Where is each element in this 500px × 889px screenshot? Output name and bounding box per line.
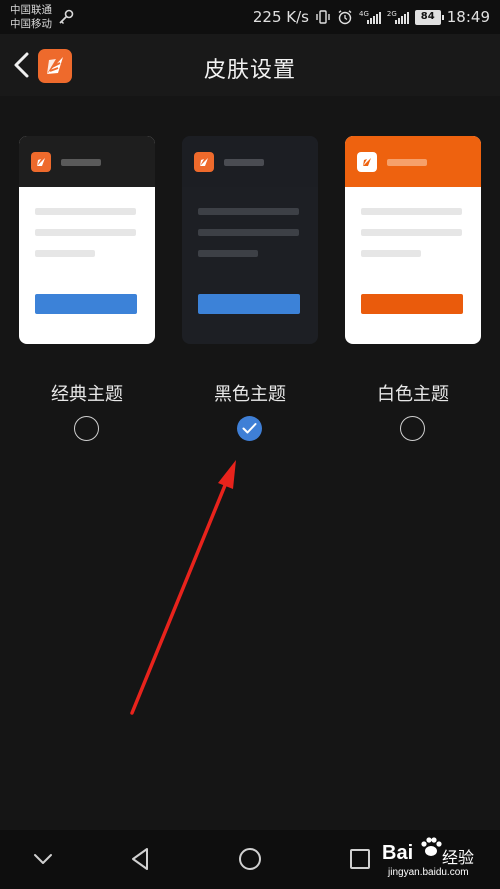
signal-icon-1 xyxy=(366,11,381,24)
home-circle-icon[interactable] xyxy=(235,844,265,874)
preview-header xyxy=(345,136,481,187)
vibrate-icon xyxy=(316,10,330,24)
watermark-brand-cn: 经验 xyxy=(442,848,475,867)
theme-option-dark[interactable]: 黑色主题 xyxy=(182,136,320,441)
watermark-brand: Bai xyxy=(382,842,414,864)
theme-name-classic: 经典主题 xyxy=(51,384,123,405)
preview-title-bar xyxy=(61,159,101,166)
preview-title-bar xyxy=(224,159,264,166)
preview-line xyxy=(361,229,462,236)
theme-preview-classic[interactable] xyxy=(19,136,155,344)
back-triangle-icon[interactable] xyxy=(125,844,155,874)
theme-name-white: 白色主题 xyxy=(377,384,449,405)
preview-button xyxy=(35,294,137,314)
clock: 18:49 xyxy=(446,8,490,26)
theme-name-dark: 黑色主题 xyxy=(214,384,286,405)
mini-logo-icon xyxy=(31,152,51,172)
radio-white[interactable] xyxy=(400,416,425,441)
theme-preview-white[interactable] xyxy=(345,136,481,344)
mini-logo-icon xyxy=(357,152,377,172)
preview-line xyxy=(35,208,136,215)
carrier-2: 中国移动 xyxy=(10,18,52,30)
preview-button xyxy=(198,294,300,314)
preview-line xyxy=(198,229,299,236)
preview-line xyxy=(361,208,462,215)
battery-icon: 84 xyxy=(414,9,444,25)
page-title: 皮肤设置 xyxy=(203,58,296,83)
preview-line xyxy=(361,250,421,257)
preview-line xyxy=(198,250,258,257)
carrier-1: 中国联通 xyxy=(10,4,52,16)
preview-button xyxy=(361,294,463,314)
header: 皮肤设置 xyxy=(0,34,500,96)
paw-icon xyxy=(421,837,442,856)
theme-option-white[interactable]: 白色主题 xyxy=(345,136,483,441)
theme-option-classic[interactable]: 经典主题 xyxy=(19,136,157,441)
status-indicators: 225 K/s 4G 2G 84 18:49 xyxy=(253,6,490,28)
carrier-info: 中国联通 中国移动 xyxy=(10,3,52,31)
watermark-url: jingyan.baidu.com xyxy=(388,867,469,878)
chevron-down-icon[interactable] xyxy=(28,844,58,874)
baidu-watermark: Bai 经验 jingyan.baidu.com xyxy=(380,834,498,884)
preview-line xyxy=(35,229,136,236)
checkmark-icon xyxy=(242,423,257,434)
radio-classic[interactable] xyxy=(74,416,99,441)
radio-dark-checked[interactable] xyxy=(237,416,262,441)
key-icon xyxy=(59,9,74,25)
preview-header xyxy=(19,136,155,187)
recents-square-icon[interactable] xyxy=(345,844,375,874)
status-bar: 中国联通 中国移动 225 K/s 4G 2G 84 18:49 xyxy=(0,0,500,34)
signal-icon-2 xyxy=(394,11,409,24)
preview-header xyxy=(182,136,318,187)
theme-preview-dark[interactable] xyxy=(182,136,318,344)
preview-title-bar xyxy=(387,159,427,166)
red-arrow-annotation xyxy=(130,460,236,715)
mini-logo-icon xyxy=(194,152,214,172)
preview-line xyxy=(35,250,95,257)
network-speed: 225 K/s xyxy=(252,8,309,26)
alarm-icon xyxy=(338,10,352,25)
preview-line xyxy=(198,208,299,215)
